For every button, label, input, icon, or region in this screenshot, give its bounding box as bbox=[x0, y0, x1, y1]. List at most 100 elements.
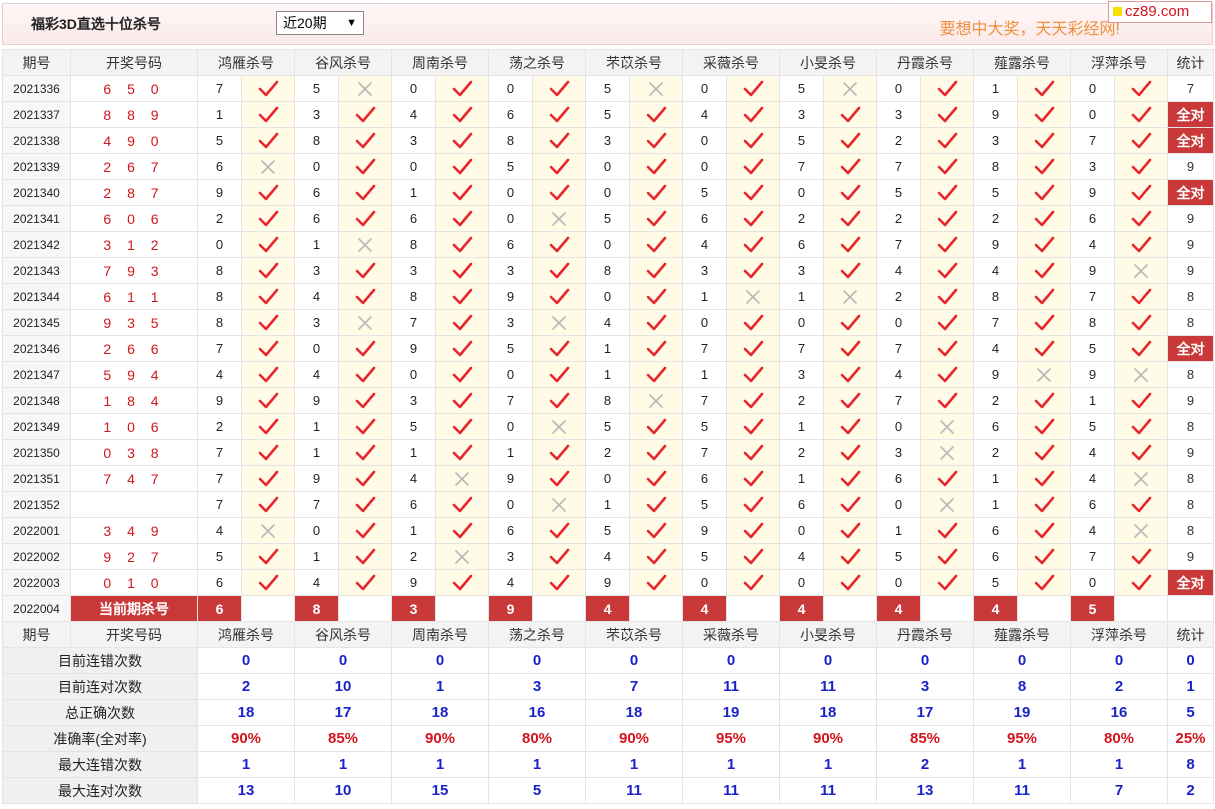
kill-number-cell: 6 bbox=[682, 465, 727, 492]
header-expert[interactable]: 薤露杀号 bbox=[973, 49, 1071, 76]
hit-mark bbox=[629, 257, 683, 284]
draw-number-cell: 7 9 3 bbox=[70, 257, 198, 284]
check-icon bbox=[646, 444, 667, 460]
current-kill-blank bbox=[435, 595, 489, 622]
cross-icon bbox=[261, 523, 275, 538]
hit-mark bbox=[726, 517, 780, 544]
check-icon bbox=[840, 574, 861, 590]
page-title: 福彩3D直选十位杀号 bbox=[31, 16, 161, 32]
kill-number-cell: 5 bbox=[294, 75, 339, 102]
hit-mark bbox=[629, 309, 683, 336]
site-logo[interactable]: cz89.com bbox=[1108, 1, 1212, 23]
check-icon bbox=[840, 314, 861, 330]
header-expert[interactable]: 丹霞杀号 bbox=[876, 621, 974, 648]
header-expert[interactable]: 采薇杀号 bbox=[682, 49, 780, 76]
kill-number-cell: 3 bbox=[779, 101, 824, 128]
header-expert[interactable]: 鸿雁杀号 bbox=[197, 621, 295, 648]
check-icon bbox=[452, 366, 473, 382]
header-expert[interactable]: 薤露杀号 bbox=[973, 621, 1071, 648]
table-row: 2021337 8 8 9 1 3 4 6 5 4 3 3 9 0 全对 bbox=[2, 101, 1214, 128]
kill-number-cell: 1 bbox=[294, 413, 339, 440]
check-icon bbox=[937, 288, 958, 304]
kill-number-cell: 5 bbox=[682, 491, 727, 518]
header-expert[interactable]: 小旻杀号 bbox=[779, 49, 877, 76]
hit-mark bbox=[629, 205, 683, 232]
cross-icon bbox=[746, 289, 760, 304]
hit-mark bbox=[823, 205, 877, 232]
stats-label: 总正确次数 bbox=[2, 699, 198, 726]
kill-number-cell: 2 bbox=[197, 205, 242, 232]
kill-number-cell: 0 bbox=[391, 75, 436, 102]
kill-number-cell: 3 bbox=[1070, 153, 1115, 180]
kill-number-cell: 7 bbox=[197, 491, 242, 518]
kill-number-cell: 7 bbox=[1070, 127, 1115, 154]
check-icon bbox=[355, 392, 376, 408]
cross-icon bbox=[261, 159, 275, 174]
check-icon bbox=[937, 574, 958, 590]
check-icon bbox=[549, 132, 570, 148]
kill-number-cell: 6 bbox=[779, 491, 824, 518]
check-icon bbox=[646, 184, 667, 200]
kill-number-cell: 7 bbox=[197, 465, 242, 492]
period-range-select[interactable]: 近20期 ▼ bbox=[276, 11, 364, 35]
header-expert[interactable]: 周南杀号 bbox=[391, 49, 489, 76]
header-expert[interactable]: 小旻杀号 bbox=[779, 621, 877, 648]
check-icon bbox=[1034, 288, 1055, 304]
stats-value: 18 bbox=[779, 699, 877, 726]
header-expert[interactable]: 荡之杀号 bbox=[488, 49, 586, 76]
hit-mark bbox=[435, 387, 489, 414]
hit-mark bbox=[1114, 101, 1168, 128]
kill-number-cell: 6 bbox=[391, 491, 436, 518]
kill-number-cell: 9 bbox=[391, 569, 436, 596]
check-icon bbox=[1131, 236, 1152, 252]
kill-number-cell: 0 bbox=[1070, 569, 1115, 596]
kill-number-cell: 9 bbox=[682, 517, 727, 544]
hit-mark bbox=[435, 491, 489, 518]
cross-icon bbox=[358, 237, 372, 252]
check-icon bbox=[355, 158, 376, 174]
kill-number-cell: 5 bbox=[779, 127, 824, 154]
check-icon bbox=[258, 210, 279, 226]
kill-number-cell: 3 bbox=[779, 257, 824, 284]
hit-mark bbox=[241, 465, 295, 492]
kill-number-cell: 7 bbox=[876, 153, 921, 180]
kill-number-cell: 0 bbox=[294, 153, 339, 180]
header-expert[interactable]: 荡之杀号 bbox=[488, 621, 586, 648]
kill-number-cell: 0 bbox=[488, 205, 533, 232]
header-expert[interactable]: 鸿雁杀号 bbox=[197, 49, 295, 76]
check-icon bbox=[646, 106, 667, 122]
hit-mark bbox=[1114, 231, 1168, 258]
header-expert[interactable]: 芣苡杀号 bbox=[585, 49, 683, 76]
check-icon bbox=[1034, 236, 1055, 252]
header-expert[interactable]: 芣苡杀号 bbox=[585, 621, 683, 648]
draw-number-cell: 8 8 9 bbox=[70, 101, 198, 128]
header-expert[interactable]: 谷风杀号 bbox=[294, 49, 392, 76]
header-expert[interactable]: 浮萍杀号 bbox=[1070, 49, 1168, 76]
kill-number-cell: 4 bbox=[488, 569, 533, 596]
stats-value: 90% bbox=[779, 725, 877, 752]
period-cell: 2021345 bbox=[2, 309, 71, 336]
header-expert[interactable]: 采薇杀号 bbox=[682, 621, 780, 648]
hit-mark bbox=[726, 205, 780, 232]
stats-total: 8 bbox=[1167, 751, 1214, 778]
check-icon bbox=[840, 392, 861, 408]
kill-number-cell: 0 bbox=[682, 153, 727, 180]
hit-mark bbox=[435, 517, 489, 544]
header-expert[interactable]: 丹霞杀号 bbox=[876, 49, 974, 76]
kill-number-cell: 6 bbox=[876, 465, 921, 492]
hit-mark bbox=[338, 361, 392, 388]
check-icon bbox=[1034, 80, 1055, 96]
check-icon bbox=[258, 574, 279, 590]
kill-number-cell: 0 bbox=[294, 335, 339, 362]
check-icon bbox=[1131, 418, 1152, 434]
header-expert[interactable]: 谷风杀号 bbox=[294, 621, 392, 648]
hit-mark bbox=[435, 75, 489, 102]
hit-mark bbox=[1114, 543, 1168, 570]
check-icon bbox=[1131, 210, 1152, 226]
kill-number-cell: 8 bbox=[197, 257, 242, 284]
check-icon bbox=[743, 158, 764, 174]
header-expert[interactable]: 浮萍杀号 bbox=[1070, 621, 1168, 648]
miss-mark bbox=[435, 465, 489, 492]
header-period: 期号 bbox=[2, 621, 71, 648]
header-expert[interactable]: 周南杀号 bbox=[391, 621, 489, 648]
